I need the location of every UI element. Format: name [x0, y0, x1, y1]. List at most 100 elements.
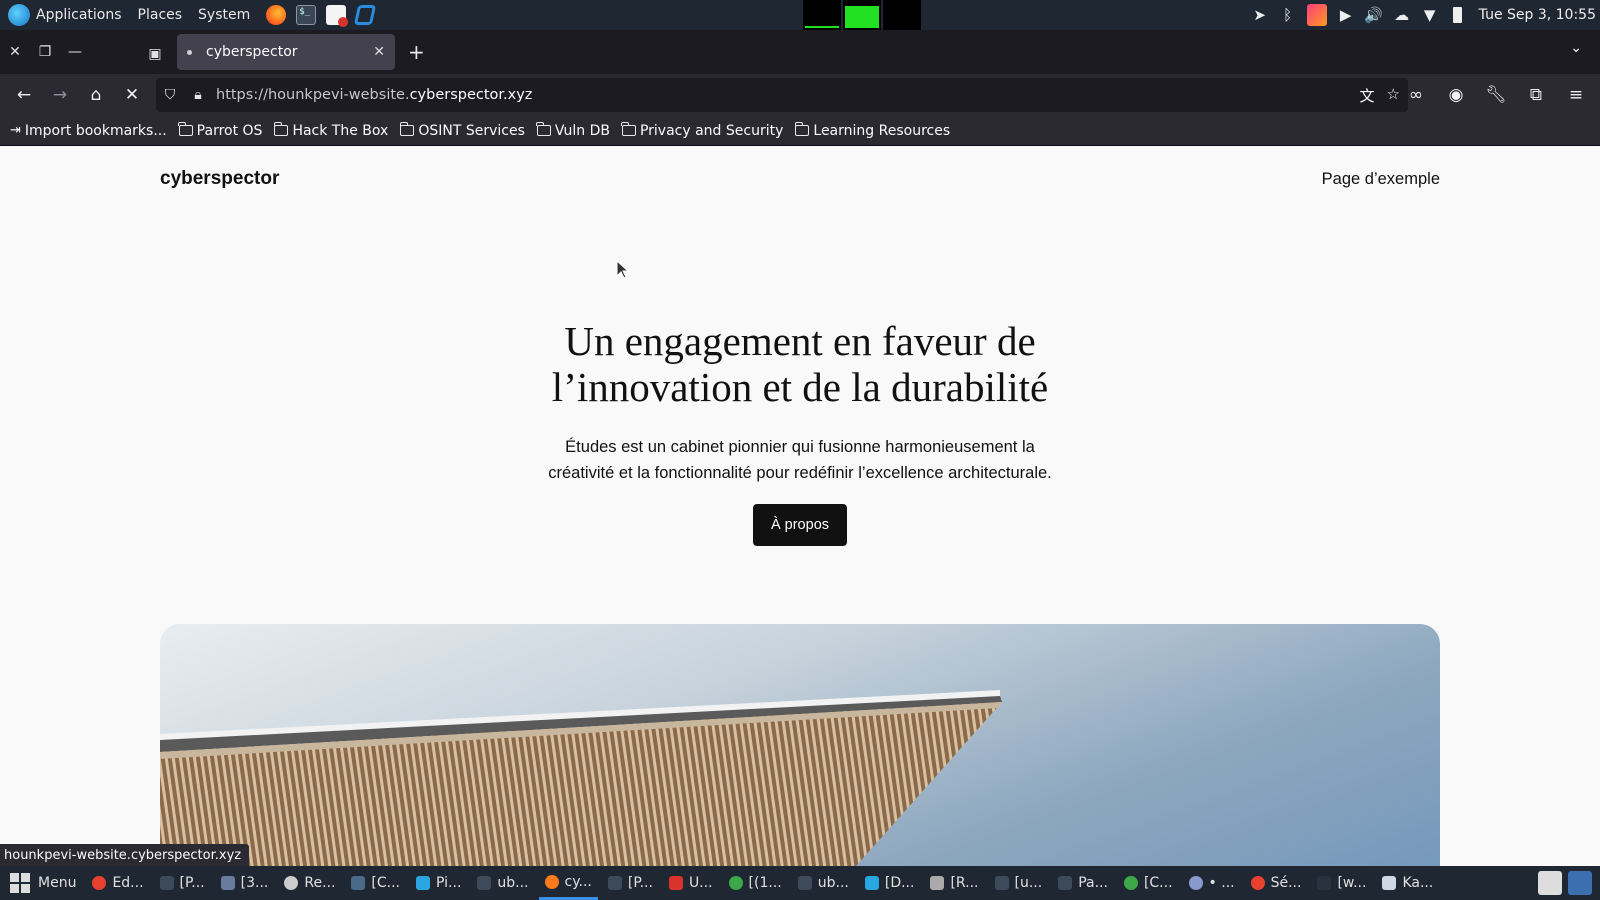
bluetooth-icon[interactable]: ᛒ: [1279, 6, 1297, 24]
taskbar-item[interactable]: [D...: [859, 866, 921, 900]
taskbar-item[interactable]: ub...: [792, 866, 855, 900]
document-icon[interactable]: [326, 5, 349, 27]
app-icon: [1188, 876, 1203, 890]
terminal-icon[interactable]: [296, 5, 317, 25]
taskbar-item[interactable]: [P...: [602, 866, 659, 900]
volume-icon[interactable]: 🔊: [1364, 6, 1383, 24]
hero-description-line-2: créativité et la fonctionnalité pour red…: [548, 464, 1052, 482]
cloud-icon[interactable]: ☁: [1393, 6, 1411, 24]
wrench-icon[interactable]: 🔧︎: [1478, 79, 1514, 111]
taskbar: Menu Ed... [P... [3... Re... [C... Pi...…: [0, 866, 1600, 900]
parrot-logo-icon[interactable]: [8, 4, 30, 26]
taskbar-item[interactable]: [C...: [1118, 866, 1179, 900]
lock-icon[interactable]: 🔒︎: [184, 87, 212, 103]
battery-icon[interactable]: [1449, 6, 1467, 24]
window-minimize-icon[interactable]: —: [60, 37, 90, 67]
shield-icon[interactable]: ⛉: [156, 87, 184, 103]
tab-close-icon[interactable]: ✕: [373, 44, 385, 60]
taskbar-item-active[interactable]: cy...: [538, 866, 598, 900]
folder-icon: [864, 876, 879, 890]
document-icon: [668, 876, 683, 890]
chevron-down-icon[interactable]: ⌄: [1570, 40, 1582, 56]
taskbar-item[interactable]: [R...: [924, 866, 984, 900]
taskbar-item[interactable]: • ...: [1183, 866, 1241, 900]
taskbar-menu-label: Menu: [38, 875, 77, 891]
bookmark-import[interactable]: ⇥ Import bookmarks...: [10, 123, 167, 139]
menu-applications[interactable]: Applications: [36, 7, 122, 23]
taskbar-item[interactable]: [P...: [154, 866, 211, 900]
nav-link-example-page[interactable]: Page d’exemple: [1322, 170, 1440, 189]
chrome-icon: [1123, 876, 1138, 890]
taskbar-item[interactable]: [w...: [1311, 866, 1372, 900]
window-close-icon[interactable]: ✕: [0, 37, 30, 67]
hamburger-menu-icon[interactable]: ≡: [1558, 79, 1594, 111]
taskbar-item[interactable]: ub...: [471, 866, 534, 900]
taskbar-item[interactable]: [3...: [215, 866, 275, 900]
bookmarks-toolbar: ⇥ Import bookmarks... Parrot OS Hack The …: [0, 116, 1600, 146]
hero-title-line-1: Un engagement en faveur de: [564, 318, 1036, 364]
url-bar[interactable]: ⛉ 🔒︎ https://hounkpevi-website.cyberspec…: [156, 78, 1408, 112]
firefox-tray-icon[interactable]: [1568, 871, 1592, 895]
mask-icon[interactable]: ∞: [1398, 79, 1434, 111]
app-icon[interactable]: [1306, 4, 1327, 26]
bookmark-privacy-security[interactable]: Privacy and Security: [621, 122, 783, 139]
taskbar-item[interactable]: Ka...: [1376, 866, 1439, 900]
translate-icon[interactable]: 文: [1360, 85, 1375, 106]
network-graph: [883, 0, 921, 30]
terminal-icon: [994, 876, 1009, 890]
taskbar-item-label: [D...: [884, 875, 915, 891]
bookmark-label: OSINT Services: [418, 122, 525, 139]
wifi-icon[interactable]: ▼: [1421, 6, 1439, 24]
new-tab-icon[interactable]: +: [408, 40, 425, 64]
hero-building-image: [160, 624, 1440, 866]
site-title[interactable]: cyberspector: [160, 168, 279, 190]
menu-places[interactable]: Places: [138, 7, 183, 23]
url-text[interactable]: https://hounkpevi-website.cyberspector.x…: [216, 87, 532, 103]
building-roof-graphic: [160, 690, 1002, 866]
taskbar-item-label: Pa...: [1078, 875, 1108, 891]
taskbar-item[interactable]: Pa...: [1052, 866, 1114, 900]
taskbar-item-label: [P...: [627, 875, 653, 891]
bookmark-vuln-db[interactable]: Vuln DB: [536, 122, 610, 139]
camera-icon[interactable]: ▶: [1337, 6, 1355, 24]
tab-list-icon[interactable]: ▣: [140, 39, 170, 69]
taskbar-item[interactable]: [(1...: [723, 866, 788, 900]
vscode-icon[interactable]: [354, 5, 377, 25]
forward-icon[interactable]: →: [42, 79, 78, 111]
firefox-icon[interactable]: [266, 5, 287, 25]
home-icon[interactable]: ⌂: [78, 79, 114, 111]
taskbar-item-label: Ka...: [1402, 875, 1434, 891]
menu-system[interactable]: System: [198, 7, 250, 23]
bookmark-osint-services[interactable]: OSINT Services: [399, 122, 525, 139]
taskbar-item[interactable]: Sé...: [1245, 866, 1308, 900]
send-icon[interactable]: ➤: [1251, 6, 1269, 24]
extensions-icon[interactable]: ⧉: [1518, 79, 1554, 111]
bookmark-learning-resources[interactable]: Learning Resources: [794, 122, 950, 139]
taskbar-item-label: ub...: [817, 875, 849, 891]
stop-icon[interactable]: ✕: [114, 79, 150, 111]
bookmark-parrot-os[interactable]: Parrot OS: [178, 122, 262, 139]
clock[interactable]: Tue Sep 3, 10:55: [1479, 7, 1596, 23]
firefox-icon: [544, 874, 559, 889]
system-monitor: [803, 0, 921, 30]
taskbar-item[interactable]: Pi...: [410, 866, 467, 900]
taskbar-item[interactable]: Ed...: [86, 866, 149, 900]
import-icon: ⇥: [10, 123, 21, 138]
book-icon: [220, 876, 235, 890]
window-restore-icon[interactable]: ❐: [30, 37, 60, 67]
workspace-switcher-icon[interactable]: [1538, 871, 1562, 895]
account-icon[interactable]: ◉: [1438, 79, 1474, 111]
folder-icon: [273, 122, 289, 136]
taskbar-item-label: [C...: [371, 875, 401, 891]
taskbar-item[interactable]: [u...: [989, 866, 1049, 900]
about-button[interactable]: À propos: [753, 504, 847, 546]
taskbar-item-label: U...: [688, 875, 713, 891]
tab-cyberspector[interactable]: cyberspector ✕: [177, 34, 395, 70]
taskbar-menu-button[interactable]: Menu: [0, 873, 86, 893]
taskbar-item[interactable]: U...: [663, 866, 719, 900]
bookmark-hack-the-box[interactable]: Hack The Box: [273, 122, 388, 139]
back-icon[interactable]: ←: [6, 79, 42, 111]
taskbar-item[interactable]: Re...: [278, 866, 341, 900]
memory-graph: [843, 0, 881, 30]
taskbar-item[interactable]: [C...: [345, 866, 406, 900]
